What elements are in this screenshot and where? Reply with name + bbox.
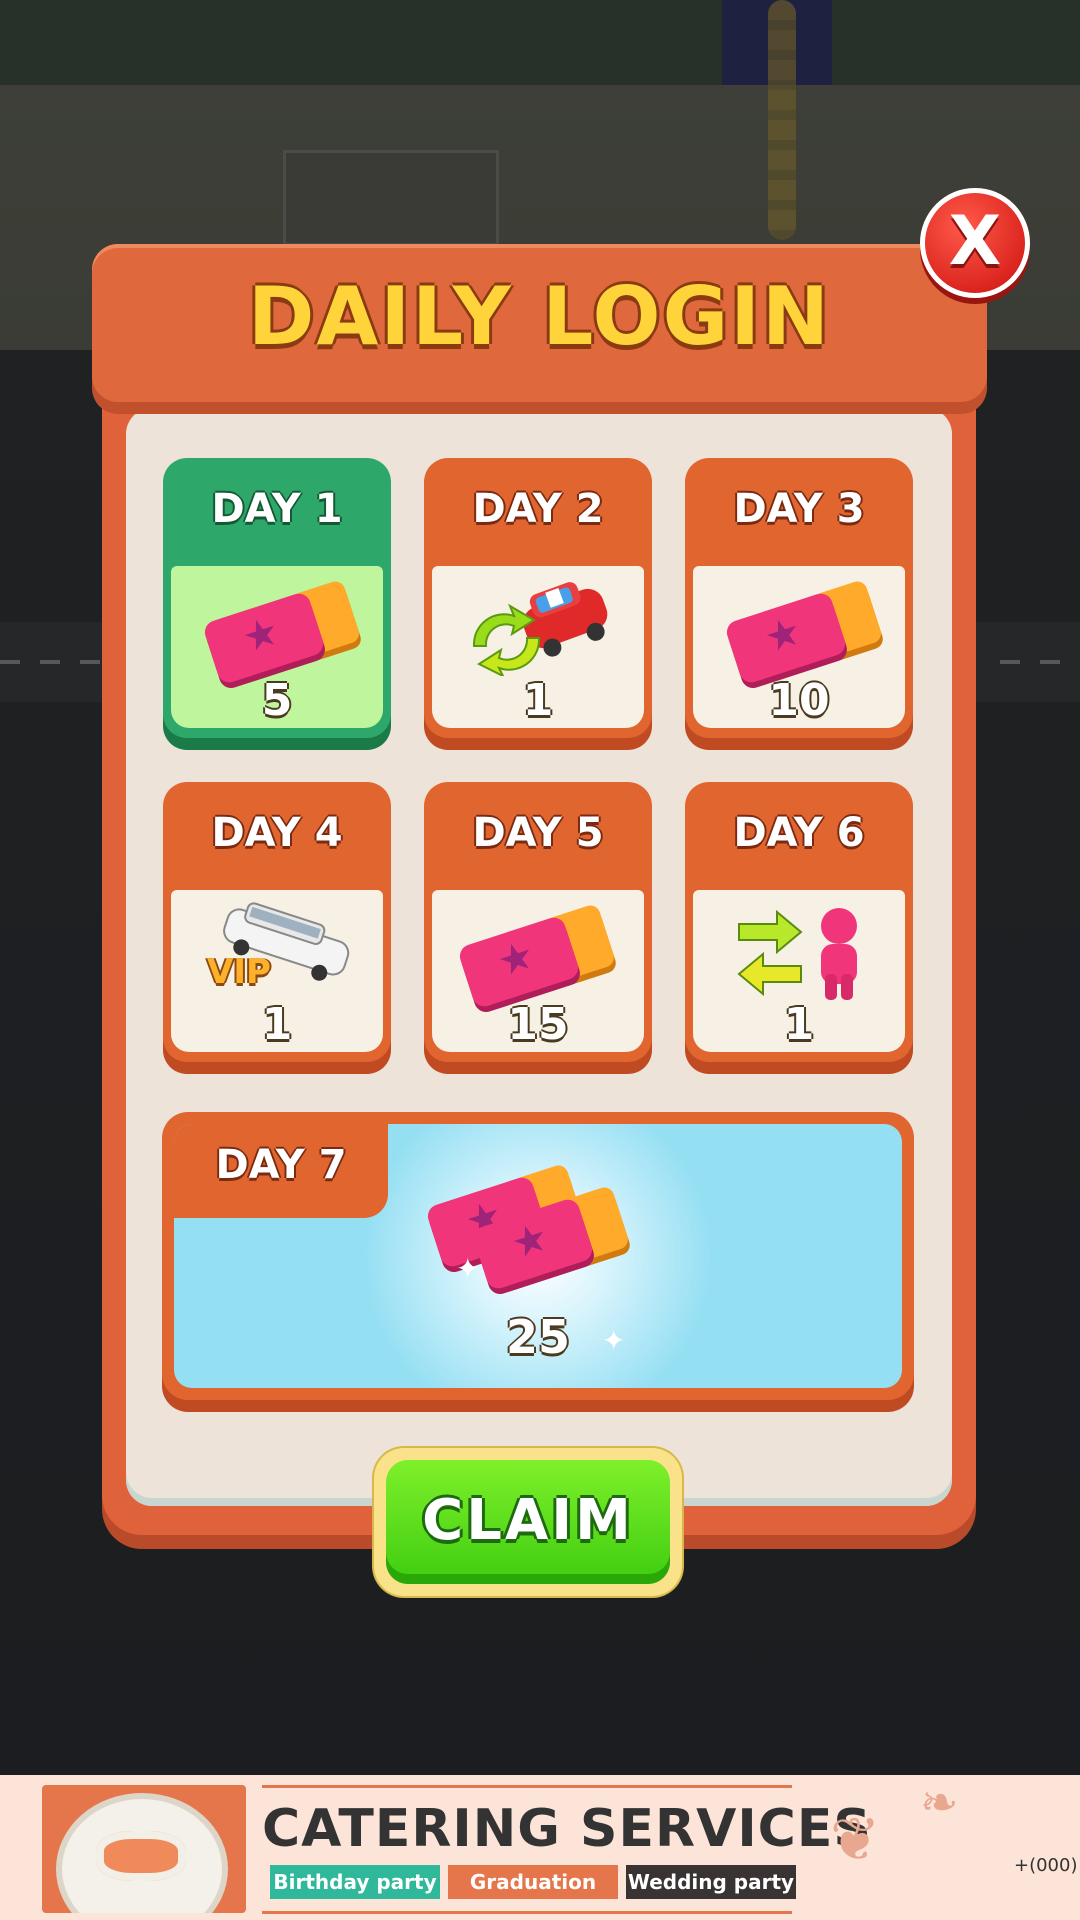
reward-amount: 25 — [505, 1310, 570, 1364]
day-card-1[interactable]: DAY 1 ★ 5 — [163, 458, 391, 738]
ad-tag: Wedding party — [626, 1865, 796, 1899]
day-label: DAY 6 — [733, 810, 865, 856]
background-top-strip — [0, 0, 1080, 85]
day-label: DAY 5 — [472, 810, 604, 856]
claim-button[interactable]: CLAIM — [374, 1448, 682, 1596]
reward-amount: 1 — [261, 999, 293, 1050]
road-marking — [80, 660, 100, 664]
leaf-decoration-icon: ❦ — [830, 1805, 881, 1875]
road-marking — [0, 660, 20, 664]
ad-divider — [262, 1785, 792, 1788]
day-label: DAY 4 — [211, 810, 343, 856]
ad-headline: CATERING SERVICES — [262, 1799, 872, 1859]
ticket-icon: ★ — [201, 578, 362, 686]
ticket-icon: ★ — [723, 578, 884, 686]
passenger-swap-icon — [737, 908, 857, 1000]
ad-divider — [262, 1911, 792, 1914]
ticket-icon: ★ — [456, 902, 617, 1010]
reward-amount: 15 — [507, 999, 569, 1050]
close-icon: X — [948, 202, 1002, 281]
ad-banner[interactable]: CATERING SERVICES Birthday party Graduat… — [0, 1775, 1080, 1920]
sparkle-icon: ✦ — [456, 1252, 480, 1285]
ticket-stack-icon: ★ — [470, 1184, 631, 1292]
ad-food-image — [42, 1785, 246, 1913]
ad-tag: Birthday party — [270, 1865, 440, 1899]
reward-amount: 5 — [261, 675, 293, 726]
day-card-6[interactable]: DAY 6 1 — [685, 782, 913, 1062]
day-card-2[interactable]: DAY 2 1 — [424, 458, 652, 738]
road-marking — [1000, 660, 1020, 664]
day-card-3[interactable]: DAY 3 ★ 10 — [685, 458, 913, 738]
day-label: DAY 1 — [211, 486, 343, 532]
day-label: DAY 7 — [215, 1142, 347, 1188]
day-label: DAY 3 — [733, 486, 865, 532]
vip-badge: VIP — [207, 952, 271, 992]
day-label: DAY 2 — [472, 486, 604, 532]
reward-amount: 1 — [522, 675, 554, 726]
ad-tag: Graduation — [448, 1865, 618, 1899]
road-marking — [1040, 660, 1060, 664]
page-title: DAILY LOGIN — [248, 270, 831, 363]
close-button[interactable]: X — [920, 188, 1030, 298]
reward-amount: 1 — [783, 999, 815, 1050]
reward-amount: 10 — [768, 675, 830, 726]
road-marking — [40, 660, 60, 664]
day-card-4[interactable]: DAY 4 VIP 1 — [163, 782, 391, 1062]
leaf-decoration-icon: ❧ — [920, 1775, 959, 1829]
claim-button-label: CLAIM — [422, 1488, 634, 1553]
ad-phone: +(000) — [1014, 1855, 1078, 1876]
day-card-7[interactable]: DAY 7 ★ ★ ✦ ✦ 25 — [162, 1112, 914, 1400]
day-card-5[interactable]: DAY 5 ★ 15 — [424, 782, 652, 1062]
background-shelf — [283, 150, 499, 246]
car-swap-icon — [472, 582, 608, 676]
background-pole — [768, 0, 796, 240]
